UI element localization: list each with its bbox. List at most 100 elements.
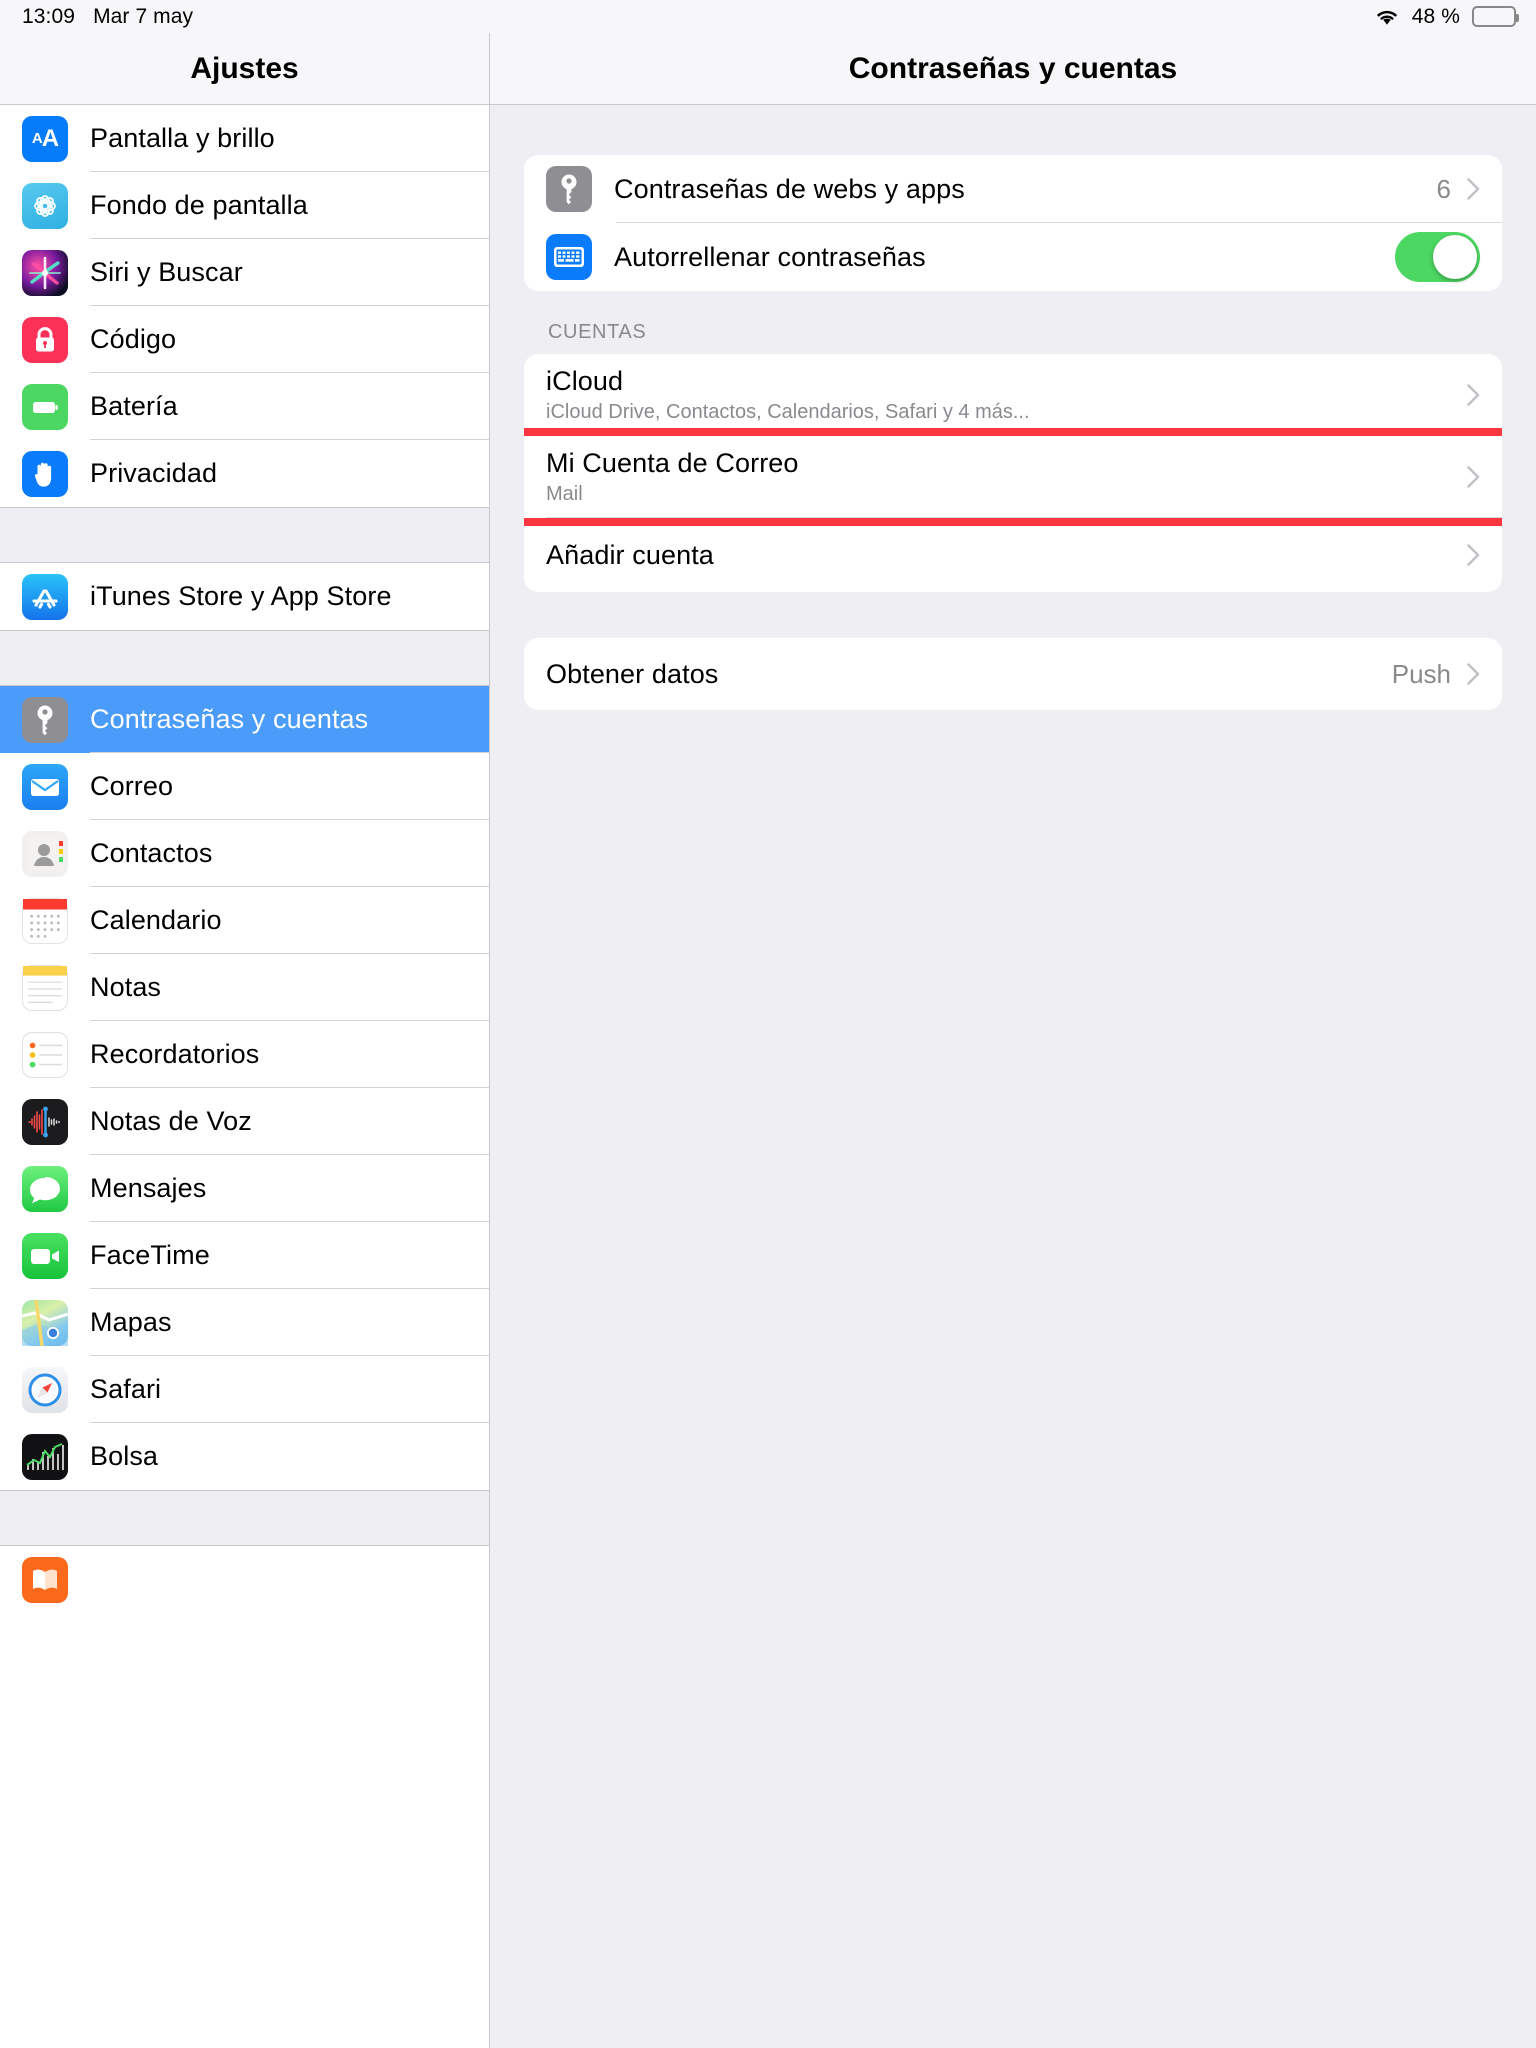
sidebar-item-label: Calendario — [90, 905, 222, 935]
sidebar-item-label: Recordatorios — [90, 1039, 260, 1069]
account-text: Mi Cuenta de Correo Mail — [546, 448, 799, 506]
sidebar-item-label: Siri y Buscar — [90, 257, 243, 287]
sidebar-item-c-digo[interactable]: Código — [0, 306, 489, 373]
sidebar-item-notas[interactable]: Notas — [0, 954, 489, 1021]
sidebar-item-mensajes[interactable]: Mensajes — [0, 1155, 489, 1222]
sidebar-item-privacidad[interactable]: Privacidad — [0, 440, 489, 507]
chevron-right-icon — [1467, 663, 1480, 685]
autofill-passwords-toggle[interactable] — [1395, 232, 1480, 282]
sidebar-item-pantalla-y-brillo[interactable]: A A Pantalla y brillo — [0, 105, 489, 172]
chevron-right-icon — [1467, 178, 1480, 200]
key-icon — [22, 696, 68, 743]
sidebar-item-itunes-store-y-app-store[interactable]: iTunes Store y App Store — [0, 563, 489, 630]
sidebar-item-label: Pantalla y brillo — [90, 123, 275, 153]
passcode-lock-icon — [22, 316, 68, 363]
status-date: Mar 7 may — [93, 4, 194, 28]
sidebar-item-siri-y-buscar[interactable]: Siri y Buscar — [0, 239, 489, 306]
website-app-passwords-row[interactable]: Contraseñas de webs y apps 6 — [524, 155, 1502, 223]
sidebar-header: Ajustes — [0, 33, 489, 105]
notes-icon — [22, 964, 68, 1011]
fetch-data-value: Push — [1391, 658, 1451, 689]
settings-sidebar[interactable]: Ajustes A A Pantalla y brillo Fondo de pant… — [0, 33, 490, 2048]
sidebar-item-label: Notas de Voz — [90, 1106, 252, 1136]
stocks-icon — [22, 1433, 68, 1480]
detail-header: Contraseñas y cuentas — [490, 33, 1536, 105]
sidebar-item-facetime[interactable]: FaceTime — [0, 1222, 489, 1289]
books-icon — [22, 1556, 68, 1603]
website-app-passwords-count: 6 — [1436, 173, 1451, 204]
sidebar-item-label: Fondo de pantalla — [90, 190, 308, 220]
account-right — [1467, 544, 1480, 566]
sidebar-item-notas-de-voz[interactable]: Notas de Voz — [0, 1088, 489, 1155]
sidebar-item-label: iTunes Store y App Store — [90, 581, 392, 611]
accounts-card: iCloud iCloud Drive, Contactos, Calendari… — [524, 354, 1502, 592]
sidebar-item-fondo-de-pantalla[interactable]: Fondo de pantalla — [0, 172, 489, 239]
sidebar-item-label: Notas — [90, 972, 162, 1002]
sidebar-item-safari[interactable]: Safari — [0, 1356, 489, 1423]
wifi-icon — [1374, 7, 1400, 26]
calendar-icon — [22, 897, 68, 944]
fetch-data-row[interactable]: Obtener datos Push — [524, 638, 1502, 710]
maps-icon — [22, 1299, 68, 1346]
messages-icon — [22, 1165, 68, 1212]
account-sublabel: Mail — [546, 483, 583, 505]
split-view: Ajustes A A Pantalla y brillo Fondo de pant… — [0, 33, 1536, 2048]
sidebar-item-label: Batería — [90, 391, 178, 421]
sidebar-item-correo[interactable]: Correo — [0, 753, 489, 820]
account-row-mi-cuenta-de-correo[interactable]: Mi Cuenta de Correo Mail — [524, 428, 1502, 526]
status-time: 13:09 — [22, 4, 76, 28]
autofill-passwords-label: Autorrellenar contraseñas — [614, 241, 926, 272]
status-bar-right: 48 % — [1374, 5, 1519, 29]
status-bar: 13:09 Mar 7 may 48 % — [0, 0, 1536, 33]
sidebar-item-label: Código — [90, 324, 177, 354]
chevron-right-icon — [1467, 466, 1480, 488]
account-row-añadir-cuenta[interactable]: Añadir cuenta — [524, 518, 1502, 592]
status-bar-left: 13:09 Mar 7 may — [22, 5, 193, 29]
sidebar-item-recordatorios[interactable]: Recordatorios — [0, 1021, 489, 1088]
account-row-icloud[interactable]: iCloud iCloud Drive, Contactos, Calendari… — [524, 354, 1502, 436]
sidebar-item-contrase-as-y-cuentas[interactable]: Contraseñas y cuentas — [0, 686, 489, 753]
sidebar-title: Ajustes — [190, 51, 299, 85]
sidebar-item-label: Privacidad — [90, 458, 218, 488]
account-text: Añadir cuenta — [546, 540, 714, 571]
sidebar-item-mapas[interactable]: Mapas — [0, 1289, 489, 1356]
wallpaper-icon — [22, 182, 68, 229]
account-right — [1467, 466, 1480, 488]
account-sublabel: iCloud Drive, Contactos, Calendarios, Sa… — [546, 401, 1030, 423]
accounts-section-header: CUENTAS — [548, 321, 647, 343]
sidebar-item-bolsa[interactable]: Bolsa — [0, 1423, 489, 1490]
facetime-icon — [22, 1232, 68, 1279]
sidebar-item-label: Contraseñas y cuentas — [90, 704, 369, 734]
sidebar-item-label: Mapas — [90, 1307, 172, 1337]
sidebar-scroll-area[interactable]: A A Pantalla y brillo Fondo de pantalla Siri… — [0, 105, 489, 2048]
sidebar-item-label: Contactos — [90, 838, 213, 868]
app-store-icon — [22, 573, 68, 620]
fetch-data-text: Obtener datos — [546, 659, 718, 690]
website-app-passwords-label: Contraseñas de webs y apps — [614, 173, 965, 204]
account-label: iCloud — [546, 366, 624, 396]
sidebar-item-books-icon[interactable] — [0, 1546, 489, 1613]
sidebar-item-contactos[interactable]: Contactos — [0, 820, 489, 887]
display-brightness-icon: AA — [22, 115, 68, 162]
sidebar-item-label: Correo — [90, 771, 174, 801]
detail-pane: Contraseñas y cuentas Contraseñas de web… — [490, 33, 1536, 2048]
chevron-right-icon — [1467, 384, 1480, 406]
page-title: Contraseñas y cuentas — [848, 51, 1178, 85]
website-app-passwords-text: Contraseñas de webs y apps — [614, 174, 965, 205]
sidebar-item-label: Mensajes — [90, 1173, 207, 1203]
autofill-passwords-right — [1395, 232, 1480, 282]
battery-icon — [22, 383, 68, 430]
key-icon — [546, 166, 592, 212]
account-right — [1467, 384, 1480, 406]
fetch-data-card: Obtener datos Push — [524, 638, 1502, 710]
sidebar-item-label: Bolsa — [90, 1441, 159, 1471]
keyboard-icon — [546, 234, 592, 280]
sidebar-item-label: FaceTime — [90, 1240, 210, 1270]
contacts-icon — [22, 830, 68, 877]
sidebar-item-bater-a[interactable]: Batería — [0, 373, 489, 440]
ipad-settings-screen: 13:09 Mar 7 may 48 % Ajustes A A Pantalla — [0, 0, 1536, 2048]
sidebar-item-calendario[interactable]: Calendario — [0, 887, 489, 954]
mail-icon — [22, 763, 68, 810]
autofill-passwords-row[interactable]: Autorrellenar contraseñas — [524, 223, 1502, 291]
sidebar-item-label: Safari — [90, 1374, 162, 1404]
